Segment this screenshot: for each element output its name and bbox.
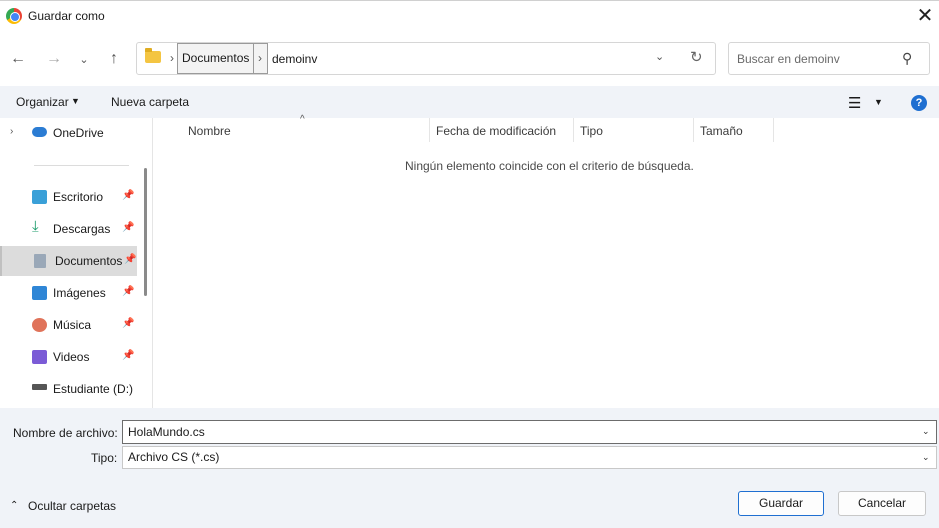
column-separator[interactable] (429, 118, 430, 142)
download-icon: ⤓ (32, 218, 39, 235)
sidebar-item-label: Estudiante (D:) (53, 382, 134, 396)
sidebar-item-descargas[interactable]: ⤓ Descargas 📌 (0, 214, 137, 244)
sidebar-item-label: Escritorio (53, 190, 104, 204)
breadcrumb-separator-icon[interactable]: › (170, 51, 174, 65)
documents-icon (34, 254, 46, 268)
recent-locations-chevron-icon[interactable]: ⌄ (72, 47, 96, 71)
new-folder-button[interactable]: Nueva carpeta (111, 95, 189, 109)
pin-icon: 📌 (122, 350, 135, 361)
search-placeholder[interactable]: Buscar en demoinv (737, 52, 840, 66)
drive-icon (32, 384, 47, 390)
hide-folders-button[interactable]: Ocultar carpetas (28, 499, 116, 513)
expand-chevron-icon[interactable]: › (10, 126, 13, 137)
sidebar-item-imagenes[interactable]: Imágenes 📌 (0, 278, 137, 308)
sidebar-item-documentos[interactable]: Documentos 📌 (0, 246, 137, 276)
refresh-icon[interactable]: ↻ (690, 48, 703, 66)
sidebar-item-escritorio[interactable]: Escritorio 📌 (0, 182, 137, 212)
organize-button[interactable]: Organizar (16, 95, 69, 109)
column-separator[interactable] (573, 118, 574, 142)
breadcrumb-demoinv[interactable]: demoinv (272, 52, 317, 66)
file-type-dropdown-chevron-icon[interactable]: ⌄ (922, 452, 930, 463)
column-header-type[interactable]: Tipo (580, 124, 603, 138)
close-button[interactable]: ✕ (912, 4, 938, 30)
cancel-button[interactable]: Cancelar (838, 491, 926, 516)
save-button[interactable]: Guardar (738, 491, 824, 516)
navigation-pane: › OneDrive Escritorio 📌 ⤓ Descargas 📌 Do… (0, 118, 153, 408)
sidebar-item-videos[interactable]: Videos 📌 (0, 342, 137, 372)
pictures-icon (32, 286, 47, 300)
sidebar-divider (34, 165, 129, 166)
column-header-size[interactable]: Tamaño (700, 124, 743, 138)
breadcrumb-documentos[interactable]: Documentos (177, 43, 255, 74)
sidebar-item-musica[interactable]: Música 📌 (0, 310, 137, 340)
address-dropdown-chevron-icon[interactable]: ⌄ (655, 50, 664, 63)
pin-icon: 📌 (122, 222, 135, 233)
back-arrow-icon[interactable]: ← (6, 47, 30, 71)
pin-icon: 📌 (124, 254, 137, 265)
folder-icon (145, 48, 161, 63)
view-options-icon[interactable]: ☰ (848, 94, 861, 112)
column-separator[interactable] (773, 118, 774, 142)
forward-arrow-icon[interactable]: → (42, 47, 66, 71)
search-icon[interactable]: ⚲ (902, 50, 912, 67)
sidebar-item-label: Videos (53, 350, 90, 364)
sidebar-item-label: OneDrive (53, 126, 104, 140)
file-type-select[interactable]: Archivo CS (*.cs) (122, 446, 937, 469)
pin-icon: 📌 (122, 286, 135, 297)
pin-icon: 📌 (122, 190, 135, 201)
desktop-icon (32, 190, 47, 204)
pin-icon: 📌 (122, 318, 135, 329)
music-icon (32, 318, 47, 332)
sidebar-item-label: Descargas (53, 222, 111, 236)
sidebar-item-label: Documentos (55, 254, 123, 268)
cloud-icon (32, 127, 47, 137)
empty-state-message: Ningún elemento coincide con el criterio… (405, 159, 694, 173)
file-type-label: Tipo: (91, 451, 118, 465)
view-caret-icon[interactable]: ▼ (874, 97, 883, 107)
organize-caret-icon[interactable]: ▼ (71, 96, 80, 106)
sidebar-item-label: Música (53, 318, 92, 332)
breadcrumb-chevron-icon[interactable]: › (258, 51, 262, 65)
filename-label: Nombre de archivo: (13, 426, 118, 440)
column-separator[interactable] (693, 118, 694, 142)
sidebar-scrollbar[interactable] (144, 168, 147, 296)
sidebar-item-onedrive[interactable]: › OneDrive (0, 118, 137, 148)
title-bar (0, 0, 939, 34)
window-title: Guardar como (28, 9, 105, 23)
sidebar-item-label: Imágenes (53, 286, 106, 300)
column-header-name[interactable]: Nombre (188, 124, 231, 138)
sort-ascending-icon: ^ (300, 114, 305, 125)
column-header-date[interactable]: Fecha de modificación (436, 124, 556, 138)
collapse-chevron-icon[interactable]: ⌃ (10, 500, 18, 511)
help-icon[interactable]: ? (911, 95, 927, 111)
filename-dropdown-chevron-icon[interactable]: ⌄ (922, 426, 930, 437)
up-arrow-icon[interactable]: ↑ (102, 47, 126, 71)
sidebar-item-drive-d[interactable]: Estudiante (D:) (0, 374, 137, 404)
chrome-icon (6, 8, 22, 24)
videos-icon (32, 350, 47, 364)
filename-input[interactable] (122, 420, 937, 444)
